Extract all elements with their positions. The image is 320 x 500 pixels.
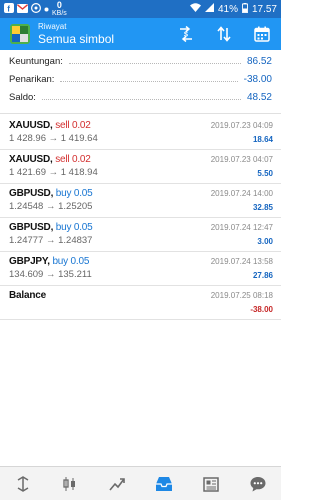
deal-symbol: XAUUSD,: [9, 154, 53, 165]
network-speed: 0 KB/s: [52, 0, 67, 18]
deal-row[interactable]: GBPUSD, buy 0.05 1.24777 → 1.24837 2019.…: [0, 218, 281, 252]
clock: 17.57: [251, 3, 277, 15]
facebook-icon: f: [4, 3, 14, 15]
deal-action: buy 0.05: [55, 222, 93, 233]
svg-text:f: f: [7, 5, 10, 13]
chat-icon[interactable]: [246, 472, 270, 496]
battery-icon: [242, 2, 248, 16]
deal-row[interactable]: XAUUSD, sell 0.02 1 428.96 → 1 419.64 20…: [0, 116, 281, 150]
summary-label: Penarikan:: [9, 73, 55, 85]
news-icon[interactable]: [199, 472, 223, 496]
deal-row[interactable]: GBPJPY, buy 0.05 134.609 → 135.211 2019.…: [0, 252, 281, 286]
svg-text:$: $: [184, 32, 188, 39]
summary-value: 48.52: [246, 91, 272, 103]
deal-prices: 134.609 → 135.211: [9, 269, 92, 280]
balance-amount: -38.00: [250, 305, 273, 314]
screen-title[interactable]: Semua simbol: [38, 32, 114, 46]
summary-label: Keuntungan:: [9, 55, 63, 67]
deal-prices: 1 428.96 → 1 419.64: [9, 133, 98, 144]
calendar-icon[interactable]: [253, 25, 271, 43]
deal-profit: 27.86: [252, 271, 273, 280]
deal-symbol: GBPUSD,: [9, 188, 54, 199]
history-icon[interactable]: [152, 472, 176, 496]
divider: [0, 113, 281, 114]
deal-date: 2019.07.24 13:58: [210, 257, 273, 266]
deal-action: buy 0.05: [55, 188, 93, 199]
signal-icon: [204, 3, 214, 15]
deal-symbol: GBPUSD,: [9, 222, 54, 233]
app-bar: Riwayat Semua simbol $: [0, 18, 281, 50]
summary-panel: Keuntungan: 86.52 Penarikan: -38.00 Sald…: [0, 52, 281, 114]
battery-percent: 41%: [217, 3, 238, 15]
dot-icon: [44, 4, 49, 14]
deal-symbol: GBPJPY,: [9, 256, 50, 267]
dotted-leader: [41, 98, 241, 100]
summary-row-withdrawal: Penarikan: -38.00: [0, 70, 281, 88]
quotes-icon[interactable]: [11, 472, 35, 496]
metatrader-logo-icon[interactable]: [10, 24, 30, 44]
deal-row[interactable]: GBPUSD, buy 0.05 1.24548 → 1.25205 2019.…: [0, 184, 281, 218]
sort-icon[interactable]: [215, 25, 233, 43]
summary-value: 86.52: [246, 55, 272, 67]
gmail-icon: [17, 3, 28, 15]
deal-profit: 32.85: [252, 203, 273, 212]
deal-prices: 1.24777 → 1.24837: [9, 235, 93, 246]
deal-date: 2019.07.24 12:47: [210, 223, 273, 232]
summary-label: Saldo:: [9, 91, 36, 103]
deal-date: 2019.07.23 04:07: [210, 155, 273, 164]
deal-row[interactable]: XAUUSD, sell 0.02 1 421.69 → 1 418.94 20…: [0, 150, 281, 184]
network-speed-unit: KB/s: [52, 10, 67, 17]
balance-date: 2019.07.25 08:18: [210, 291, 273, 300]
summary-value: -38.00: [243, 73, 272, 85]
deal-prices: 1.24548 → 1.25205: [9, 201, 93, 212]
dotted-leader: [68, 62, 241, 64]
deal-action: buy 0.05: [52, 256, 90, 267]
screen-subtitle: Riwayat: [38, 22, 67, 31]
currency-exchange-icon[interactable]: $: [177, 25, 195, 43]
dotted-leader: [60, 80, 238, 82]
bottom-navigation: [0, 466, 281, 500]
deal-profit: 5.50: [257, 169, 273, 178]
deal-profit: 3.00: [257, 237, 273, 246]
deal-prices: 1 421.69 → 1 418.94: [9, 167, 98, 178]
balance-row[interactable]: Balance 2019.07.25 08:18 -38.00: [0, 286, 281, 320]
network-speed-value: 0: [56, 0, 62, 10]
deal-profit: 18.64: [252, 135, 273, 144]
summary-row-profit: Keuntungan: 86.52: [0, 52, 281, 70]
deal-action: sell 0.02: [55, 154, 91, 165]
deal-action: sell 0.02: [55, 120, 91, 131]
deal-date: 2019.07.24 14:00: [210, 189, 273, 198]
notification-icon: [30, 2, 42, 15]
wifi-icon: [189, 3, 201, 15]
deal-symbol: XAUUSD,: [9, 120, 53, 131]
deal-date: 2019.07.23 04:09: [210, 121, 273, 130]
status-bar: f 0 KB/s 41% 17.57: [0, 0, 281, 18]
chart-icon[interactable]: [58, 472, 82, 496]
summary-row-balance: Saldo: 48.52: [0, 88, 281, 106]
history-list: XAUUSD, sell 0.02 1 428.96 → 1 419.64 20…: [0, 116, 281, 320]
trade-icon[interactable]: [105, 472, 129, 496]
